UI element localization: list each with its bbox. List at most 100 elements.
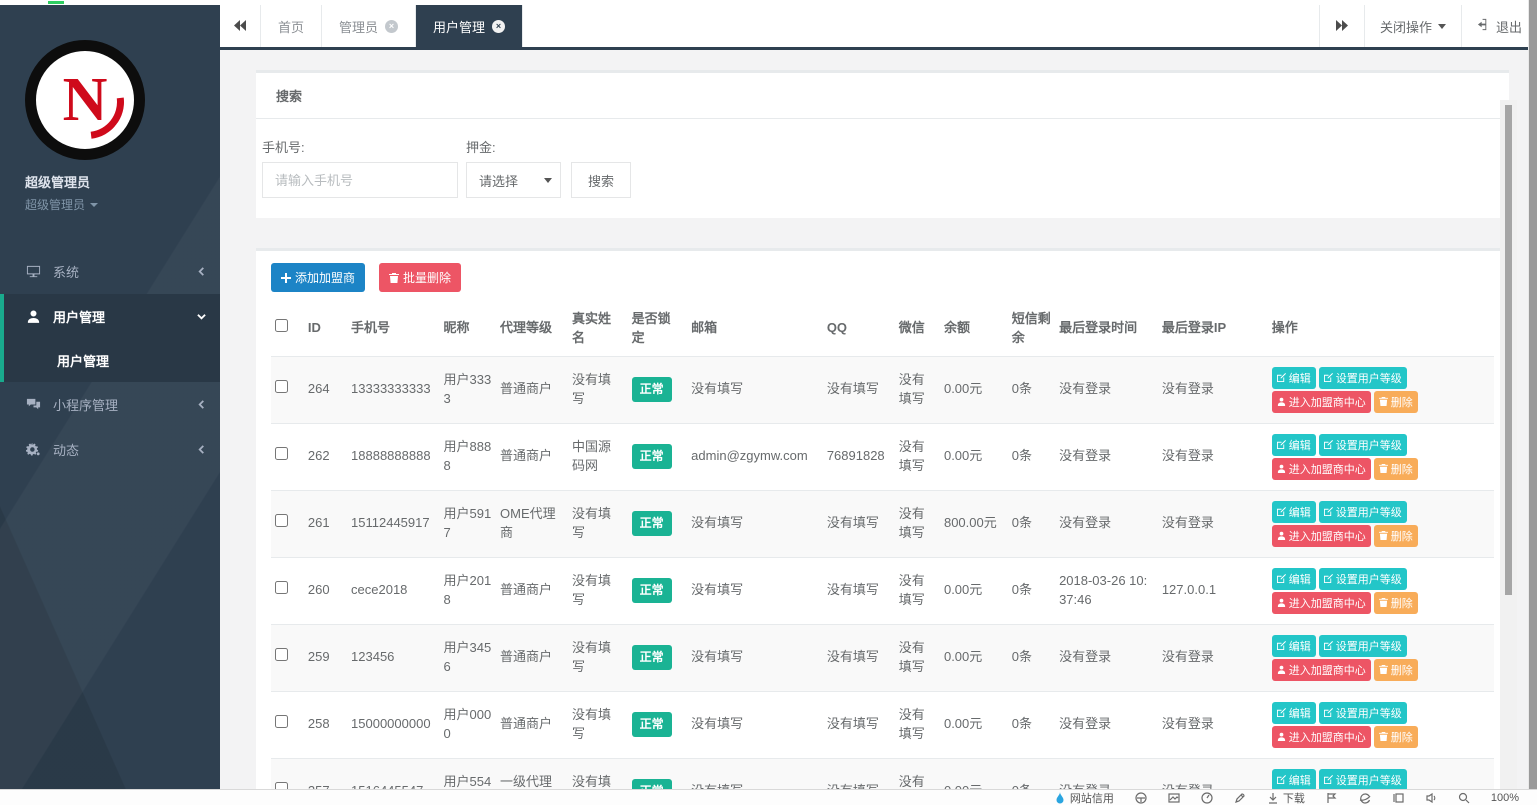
edit-icon <box>1324 440 1333 449</box>
row-checkbox[interactable] <box>275 715 288 728</box>
boost-button[interactable] <box>1234 792 1246 804</box>
column-header: 操作 <box>1268 302 1494 356</box>
user-table-body: 26413333333333用户3333普通商户没有填写正常没有填写没有填写没有… <box>271 356 1494 789</box>
delete-button[interactable]: 删除 <box>1374 726 1418 748</box>
cell-id: 264 <box>304 356 347 423</box>
flag-button[interactable] <box>1326 792 1338 804</box>
edit-button[interactable]: 编辑 <box>1272 434 1316 456</box>
enter-franchisee-center-button[interactable]: 进入加盟商中心 <box>1272 525 1371 547</box>
set-user-level-button[interactable]: 设置用户等级 <box>1319 635 1407 657</box>
cell-qq: 没有填写 <box>823 758 895 789</box>
delete-button[interactable]: 删除 <box>1374 592 1418 614</box>
row-checkbox[interactable] <box>275 581 288 594</box>
tab-label: 管理员 <box>339 17 378 36</box>
sidebar-subitem-user-management[interactable]: 用户管理 <box>4 339 220 382</box>
status-badge: 正常 <box>632 377 672 402</box>
batch-delete-button[interactable]: 批量删除 <box>379 263 461 292</box>
site-credit-button[interactable]: 网站信用 <box>1054 790 1114 805</box>
cell-phone: 123456 <box>347 624 439 691</box>
split-window-button[interactable] <box>1392 792 1404 804</box>
caret-down-icon <box>90 203 98 207</box>
set-user-level-button[interactable]: 设置用户等级 <box>1319 702 1407 724</box>
cell-agent-level: 普通商户 <box>496 624 568 691</box>
window-icon <box>1392 792 1404 804</box>
cell-agent-level: 普通商户 <box>496 423 568 490</box>
close-icon[interactable]: × <box>492 20 505 33</box>
delete-button[interactable]: 删除 <box>1374 458 1418 480</box>
browser-scrollbar[interactable] <box>1528 0 1537 789</box>
sidebar-item-miniprogram[interactable]: 小程序管理 <box>0 382 220 427</box>
tabs-scroll-right-button[interactable] <box>1319 5 1364 47</box>
zoom-level[interactable]: 100% <box>1491 792 1519 804</box>
browser-scrollbar-thumb[interactable] <box>1529 0 1537 789</box>
set-user-level-button[interactable]: 设置用户等级 <box>1319 769 1407 789</box>
deposit-select[interactable]: 请选择 <box>466 162 561 198</box>
phone-input[interactable] <box>262 162 458 198</box>
enter-franchisee-center-button[interactable]: 进入加盟商中心 <box>1272 659 1371 681</box>
edit-button[interactable]: 编辑 <box>1272 367 1316 389</box>
chevron-left-icon <box>197 442 206 457</box>
sidebar-item-user-management[interactable]: 用户管理 <box>4 294 220 339</box>
cell-lock-status: 正常 <box>628 758 688 789</box>
inner-scrollbar[interactable] <box>1500 100 1517 789</box>
edit-button[interactable]: 编辑 <box>1272 635 1316 657</box>
cell-sms-remaining: 0条 <box>1008 490 1055 557</box>
status-badge: 正常 <box>632 511 672 536</box>
tabs-scroll-left-button[interactable] <box>220 5 261 47</box>
cell-agent-level: 普通商户 <box>496 356 568 423</box>
screenshot-button[interactable] <box>1168 792 1180 804</box>
chevron-down-icon <box>197 309 206 324</box>
row-checkbox[interactable] <box>275 447 288 460</box>
column-header: 昵称 <box>440 302 497 356</box>
column-header: 代理等级 <box>496 302 568 356</box>
row-checkbox[interactable] <box>275 782 288 789</box>
sidebar-item-dynamic[interactable]: 动态 <box>0 427 220 472</box>
cell-lock-status: 正常 <box>628 624 688 691</box>
edit-button[interactable]: 编辑 <box>1272 702 1316 724</box>
delete-button[interactable]: 删除 <box>1374 659 1418 681</box>
cell-nickname: 用户5917 <box>440 490 497 557</box>
row-checkbox[interactable] <box>275 380 288 393</box>
page-zoom-button[interactable] <box>1458 792 1470 804</box>
set-user-level-button[interactable]: 设置用户等级 <box>1319 568 1407 590</box>
trash-icon <box>1379 531 1388 540</box>
sidebar-item-system[interactable]: 系统 <box>0 249 220 294</box>
enter-franchisee-center-button[interactable]: 进入加盟商中心 <box>1272 391 1371 413</box>
cell-email: 没有填写 <box>687 691 823 758</box>
tab-admin[interactable]: 管理员 × <box>322 5 416 47</box>
cell-qq: 76891828 <box>823 423 895 490</box>
user-role-dropdown[interactable]: 超级管理员 <box>25 196 220 213</box>
cell-sms-remaining: 0条 <box>1008 557 1055 624</box>
user-table: ID手机号昵称代理等级真实姓名是否锁定邮箱QQ微信余额短信剩余最后登录时间最后登… <box>271 302 1494 789</box>
inner-scrollbar-thumb[interactable] <box>1505 105 1512 595</box>
download-button[interactable]: 下载 <box>1267 790 1305 805</box>
mute-button[interactable] <box>1425 792 1437 804</box>
enter-franchisee-center-button[interactable]: 进入加盟商中心 <box>1272 458 1371 480</box>
cell-sms-remaining: 0条 <box>1008 758 1055 789</box>
select-all-checkbox[interactable] <box>275 319 288 332</box>
delete-button[interactable]: 删除 <box>1374 391 1418 413</box>
column-header: 微信 <box>895 302 940 356</box>
enter-franchisee-center-button[interactable]: 进入加盟商中心 <box>1272 592 1371 614</box>
add-franchisee-button[interactable]: 添加加盟商 <box>271 263 365 292</box>
tab-home[interactable]: 首页 <box>261 5 322 47</box>
tab-user-management[interactable]: 用户管理 × <box>416 5 523 47</box>
ie-mode-button[interactable] <box>1359 792 1371 804</box>
edit-button[interactable]: 编辑 <box>1272 568 1316 590</box>
close-icon[interactable]: × <box>385 20 398 33</box>
row-checkbox[interactable] <box>275 648 288 661</box>
search-button[interactable]: 搜索 <box>571 162 631 198</box>
row-checkbox[interactable] <box>275 514 288 527</box>
delete-button[interactable]: 删除 <box>1374 525 1418 547</box>
set-user-level-button[interactable]: 设置用户等级 <box>1319 501 1407 523</box>
edit-button[interactable]: 编辑 <box>1272 501 1316 523</box>
speed-mode-button[interactable] <box>1201 792 1213 804</box>
magnifier-icon <box>1458 792 1470 804</box>
close-operations-dropdown[interactable]: 关闭操作 <box>1364 5 1461 47</box>
logout-button[interactable]: 退出 <box>1461 5 1537 47</box>
enter-franchisee-center-button[interactable]: 进入加盟商中心 <box>1272 726 1371 748</box>
no-image-mode-button[interactable] <box>1135 792 1147 804</box>
set-user-level-button[interactable]: 设置用户等级 <box>1319 367 1407 389</box>
edit-button[interactable]: 编辑 <box>1272 769 1316 789</box>
set-user-level-button[interactable]: 设置用户等级 <box>1319 434 1407 456</box>
